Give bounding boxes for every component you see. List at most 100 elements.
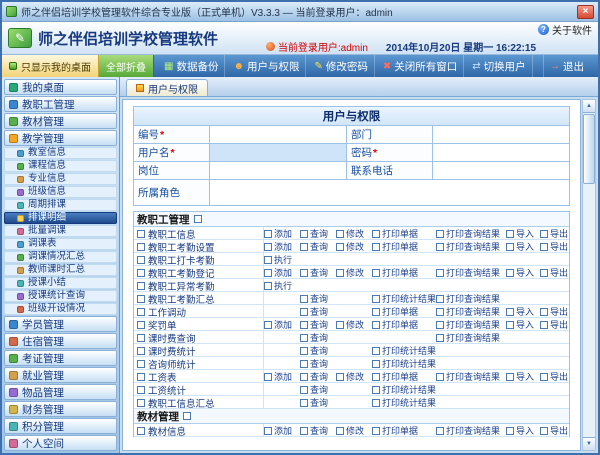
permission-checkbox[interactable] (436, 333, 444, 342)
permission-checkbox[interactable] (300, 320, 308, 329)
permission-checkbox[interactable] (436, 372, 444, 381)
sidebar-item[interactable]: 住宿管理 (4, 333, 117, 349)
permission-checkbox[interactable] (506, 229, 514, 238)
permission-checkbox[interactable] (372, 426, 380, 435)
permission-checkbox[interactable] (372, 307, 380, 316)
phone-input[interactable] (433, 162, 570, 180)
permission-checkbox[interactable] (264, 255, 272, 264)
section-select-all-checkbox[interactable] (183, 412, 191, 420)
sidebar-item[interactable]: 授课统计查询 (4, 290, 117, 302)
sidebar-item[interactable]: 积分管理 (4, 418, 117, 434)
sidebar-item[interactable]: 教职工管理 (4, 96, 117, 112)
row-checkbox[interactable] (137, 398, 145, 407)
row-checkbox[interactable] (137, 372, 145, 381)
permission-checkbox[interactable] (300, 294, 308, 303)
row-checkbox[interactable] (137, 281, 145, 290)
permission-checkbox[interactable] (436, 426, 444, 435)
row-checkbox[interactable] (137, 242, 145, 251)
toolbar-button[interactable]: ✖ 关闭所有窗口 (377, 55, 465, 77)
permission-checkbox[interactable] (264, 281, 272, 290)
permission-checkbox[interactable] (300, 333, 308, 342)
row-checkbox[interactable] (137, 385, 145, 394)
permission-checkbox[interactable] (506, 268, 514, 277)
permission-checkbox[interactable] (436, 268, 444, 277)
row-checkbox[interactable] (137, 307, 145, 316)
toolbar-button[interactable]: ✎ 修改密码 (308, 55, 375, 77)
permission-checkbox[interactable] (300, 307, 308, 316)
row-checkbox[interactable] (137, 268, 145, 277)
permission-checkbox[interactable] (540, 268, 548, 277)
sidebar-item[interactable]: 周期排课 (4, 199, 117, 211)
permission-checkbox[interactable] (436, 242, 444, 251)
permission-checkbox[interactable] (372, 398, 380, 407)
scroll-up-arrow[interactable]: ▲ (583, 100, 595, 113)
permission-checkbox[interactable] (336, 242, 344, 251)
permission-checkbox[interactable] (372, 268, 380, 277)
permission-checkbox[interactable] (372, 372, 380, 381)
permission-checkbox[interactable] (264, 320, 272, 329)
sidebar-item[interactable]: 专业信息 (4, 173, 117, 185)
position-input[interactable] (210, 162, 347, 180)
section-select-all-checkbox[interactable] (193, 215, 202, 223)
permission-checkbox[interactable] (436, 307, 444, 316)
scroll-down-arrow[interactable]: ▼ (583, 437, 595, 450)
permission-checkbox[interactable] (540, 372, 548, 381)
permission-checkbox[interactable] (540, 426, 548, 435)
sidebar-item[interactable]: 授课小结 (4, 277, 117, 289)
toolbar-button[interactable]: ▦ 数据备份 (158, 55, 226, 77)
scroll-track[interactable] (583, 113, 595, 437)
permission-checkbox[interactable] (372, 359, 380, 368)
permission-checkbox[interactable] (506, 242, 514, 251)
close-button[interactable]: × (577, 4, 594, 19)
sidebar-item[interactable]: 就业管理 (4, 367, 117, 383)
scroll-thumb[interactable] (583, 114, 595, 184)
permission-checkbox[interactable] (264, 426, 272, 435)
row-checkbox[interactable] (137, 229, 145, 238)
sidebar-item[interactable]: 学员管理 (4, 316, 117, 332)
sidebar-item[interactable]: 教室信息 (4, 147, 117, 159)
row-checkbox[interactable] (137, 359, 145, 368)
permission-checkbox[interactable] (372, 346, 380, 355)
sidebar-item[interactable]: 物品管理 (4, 384, 117, 400)
sidebar-item[interactable]: 班级开设情况 (4, 303, 117, 315)
sidebar-item[interactable]: 财务管理 (4, 401, 117, 417)
permission-checkbox[interactable] (436, 294, 444, 303)
permission-checkbox[interactable] (506, 320, 514, 329)
row-checkbox[interactable] (137, 426, 145, 435)
permission-checkbox[interactable] (506, 426, 514, 435)
sidebar-item[interactable]: 教材管理 (4, 113, 117, 129)
sidebar-item[interactable]: 调课表 (4, 238, 117, 250)
toolbar-button[interactable]: → 退出 (543, 55, 590, 77)
role-input[interactable] (210, 180, 570, 206)
permission-checkbox[interactable] (336, 426, 344, 435)
sidebar-item[interactable]: 个人空间 (4, 435, 117, 451)
permission-checkbox[interactable] (540, 320, 548, 329)
permission-checkbox[interactable] (372, 385, 380, 394)
row-checkbox[interactable] (137, 255, 145, 264)
permission-checkbox[interactable] (264, 268, 272, 277)
permission-checkbox[interactable] (540, 229, 548, 238)
permission-checkbox[interactable] (300, 398, 308, 407)
permission-checkbox[interactable] (300, 242, 308, 251)
permission-checkbox[interactable] (300, 359, 308, 368)
toolbar-button[interactable]: ⇄ 切换用户 (466, 55, 533, 77)
sidebar-item[interactable]: 考证管理 (4, 350, 117, 366)
permission-checkbox[interactable] (264, 372, 272, 381)
sidebar-item[interactable]: 我的桌面 (4, 79, 117, 95)
collapse-all-tab[interactable]: 全部折叠 (99, 55, 154, 77)
permission-checkbox[interactable] (540, 242, 548, 251)
permission-checkbox[interactable] (300, 372, 308, 381)
about-link[interactable]: ? 关于软件 (538, 22, 592, 37)
permission-checkbox[interactable] (300, 229, 308, 238)
permission-checkbox[interactable] (506, 372, 514, 381)
sidebar-item[interactable]: 教学管理 (4, 130, 117, 146)
row-checkbox[interactable] (137, 294, 145, 303)
permission-checkbox[interactable] (264, 229, 272, 238)
dept-input[interactable] (433, 126, 570, 144)
sidebar-item[interactable]: 教师课时汇总 (4, 264, 117, 276)
permission-checkbox[interactable] (264, 242, 272, 251)
id-input[interactable] (210, 126, 347, 144)
permission-checkbox[interactable] (372, 242, 380, 251)
username-input[interactable] (210, 144, 347, 162)
show-my-desktop-tab[interactable]: 只显示我的桌面 (2, 55, 99, 77)
